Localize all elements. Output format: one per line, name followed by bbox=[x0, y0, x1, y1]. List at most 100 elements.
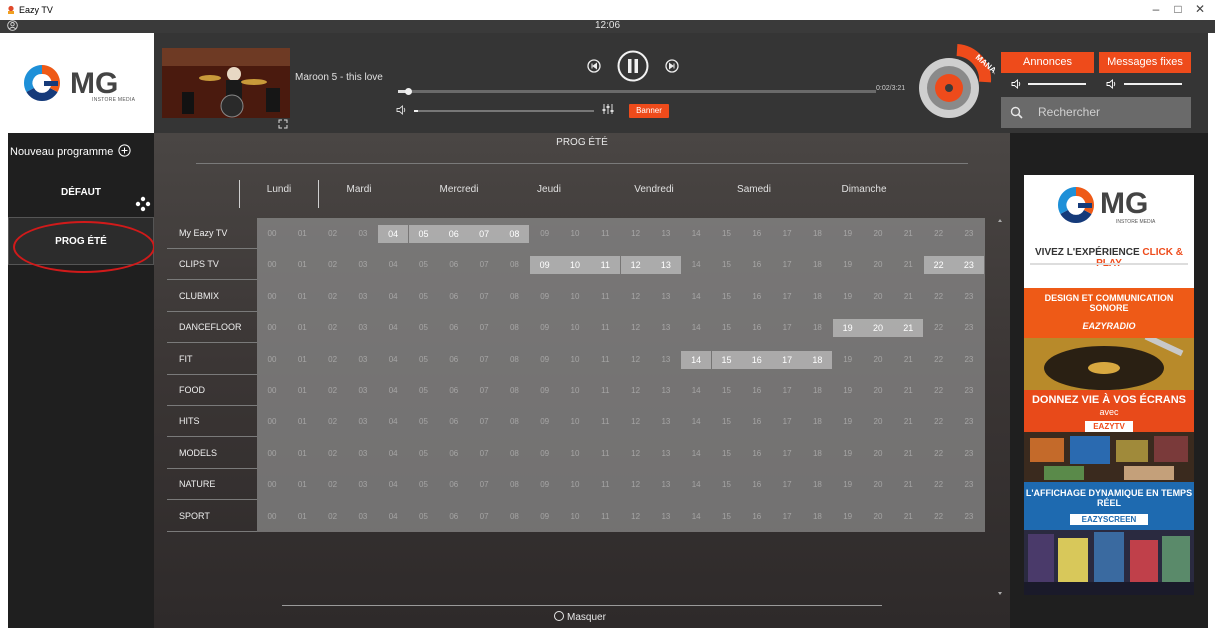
hour-cell[interactable]: 06 bbox=[439, 445, 469, 463]
hour-cell[interactable]: 07 bbox=[469, 476, 499, 494]
hour-cell[interactable]: 18 bbox=[802, 476, 832, 494]
channel-row[interactable]: MODELS bbox=[167, 438, 257, 469]
hour-cell[interactable]: 08 bbox=[499, 476, 529, 494]
tab-lundi[interactable]: Lundi bbox=[239, 180, 319, 208]
hour-cell[interactable]: 10 bbox=[560, 319, 590, 337]
hour-cell[interactable]: 04 bbox=[378, 256, 408, 274]
hour-cell[interactable]: 15 bbox=[712, 256, 742, 274]
program-item-defaut[interactable]: DÉFAUT bbox=[8, 169, 154, 217]
hour-cell[interactable]: 06 bbox=[439, 476, 469, 494]
hour-cell[interactable]: 03 bbox=[348, 476, 378, 494]
hour-cell[interactable]: 12 bbox=[621, 225, 651, 243]
hour-cell[interactable]: 16 bbox=[742, 508, 772, 526]
hour-cell[interactable]: 23 bbox=[954, 445, 984, 463]
hour-cell[interactable]: 22 bbox=[924, 351, 954, 369]
channel-row[interactable]: SPORT bbox=[167, 501, 257, 532]
hour-cell[interactable]: 18 bbox=[802, 225, 832, 243]
hour-cell[interactable]: 00 bbox=[257, 476, 287, 494]
hour-cell-active[interactable]: 23 bbox=[953, 256, 984, 275]
hour-cell[interactable]: 18 bbox=[802, 508, 832, 526]
hour-cell[interactable]: 22 bbox=[924, 382, 954, 400]
hour-cell[interactable]: 15 bbox=[712, 319, 742, 337]
hour-cell[interactable]: 22 bbox=[924, 288, 954, 306]
hour-cell[interactable]: 02 bbox=[318, 508, 348, 526]
hour-cell[interactable]: 06 bbox=[439, 288, 469, 306]
hour-cell[interactable]: 00 bbox=[257, 225, 287, 243]
hour-cell[interactable]: 01 bbox=[287, 508, 317, 526]
hour-cell[interactable]: 21 bbox=[893, 382, 923, 400]
hour-cell[interactable]: 00 bbox=[257, 351, 287, 369]
hour-cell[interactable]: 05 bbox=[409, 288, 439, 306]
hour-cell[interactable]: 14 bbox=[681, 288, 711, 306]
hour-cell[interactable]: 16 bbox=[742, 319, 772, 337]
hour-cell[interactable]: 08 bbox=[499, 256, 529, 274]
annonces-volume-icon[interactable] bbox=[1011, 79, 1023, 89]
previous-track-icon[interactable] bbox=[587, 59, 601, 73]
hour-cell[interactable]: 15 bbox=[712, 225, 742, 243]
hour-cell[interactable]: 02 bbox=[318, 351, 348, 369]
hour-cell-active[interactable]: 20 bbox=[863, 319, 893, 338]
hour-cell-active[interactable]: 11 bbox=[590, 256, 621, 275]
fullscreen-icon[interactable] bbox=[278, 119, 288, 129]
minimize-button[interactable]: – bbox=[1146, 2, 1166, 16]
hour-cell[interactable]: 17 bbox=[772, 508, 802, 526]
hour-cell[interactable]: 05 bbox=[409, 508, 439, 526]
hour-cell[interactable]: 14 bbox=[681, 508, 711, 526]
hour-cell[interactable]: 02 bbox=[318, 225, 348, 243]
hour-cell[interactable]: 06 bbox=[439, 508, 469, 526]
hour-cell[interactable]: 21 bbox=[893, 351, 923, 369]
hour-cell[interactable]: 19 bbox=[833, 288, 863, 306]
channel-row[interactable]: DANCEFLOOR bbox=[167, 312, 257, 344]
hour-cell[interactable]: 05 bbox=[409, 382, 439, 400]
hour-cell[interactable]: 21 bbox=[893, 476, 923, 494]
hour-cell[interactable]: 21 bbox=[893, 256, 923, 274]
hour-cell[interactable]: 10 bbox=[560, 508, 590, 526]
messages-volume-slider[interactable] bbox=[1124, 83, 1182, 85]
hour-cell[interactable]: 15 bbox=[712, 382, 742, 400]
new-program-button[interactable]: Nouveau programme bbox=[8, 141, 154, 163]
hour-cell[interactable]: 09 bbox=[530, 351, 560, 369]
hour-cell[interactable]: 03 bbox=[348, 319, 378, 337]
tab-samedi[interactable]: Samedi bbox=[704, 180, 804, 208]
hour-cell-active[interactable]: 04 bbox=[378, 225, 409, 243]
hour-cell[interactable]: 19 bbox=[833, 445, 863, 463]
hour-cell[interactable]: 10 bbox=[560, 351, 590, 369]
hour-cell[interactable]: 09 bbox=[530, 445, 560, 463]
channel-row[interactable]: CLIPS TV bbox=[167, 249, 257, 281]
hour-cell-active[interactable]: 12 bbox=[620, 256, 651, 275]
hour-cell[interactable]: 05 bbox=[409, 319, 439, 337]
hour-cell-active[interactable]: 06 bbox=[438, 225, 469, 243]
tab-vendredi[interactable]: Vendredi bbox=[604, 180, 704, 208]
hour-cell[interactable]: 02 bbox=[318, 256, 348, 274]
vertical-scrollbar[interactable] bbox=[996, 218, 1004, 596]
hour-cell[interactable]: 19 bbox=[833, 382, 863, 400]
hour-cell[interactable]: 12 bbox=[621, 351, 651, 369]
hour-cell[interactable]: 09 bbox=[530, 413, 560, 431]
hour-cell[interactable]: 19 bbox=[833, 508, 863, 526]
hour-cell[interactable]: 16 bbox=[742, 225, 772, 243]
hour-cell[interactable]: 14 bbox=[681, 256, 711, 274]
hour-cell[interactable]: 03 bbox=[348, 413, 378, 431]
hour-cell-active[interactable]: 19 bbox=[832, 319, 863, 338]
hour-cell[interactable]: 17 bbox=[772, 445, 802, 463]
hour-cell[interactable]: 00 bbox=[257, 256, 287, 274]
hour-cell[interactable]: 17 bbox=[772, 413, 802, 431]
hour-cell[interactable]: 09 bbox=[530, 225, 560, 243]
hour-cell[interactable]: 16 bbox=[742, 382, 772, 400]
hour-cell-active[interactable]: 21 bbox=[893, 319, 924, 338]
hour-cell[interactable]: 12 bbox=[621, 445, 651, 463]
hour-cell[interactable]: 20 bbox=[863, 225, 893, 243]
hour-cell[interactable]: 23 bbox=[954, 225, 984, 243]
hour-cell[interactable]: 16 bbox=[742, 256, 772, 274]
hour-cell[interactable]: 12 bbox=[621, 413, 651, 431]
player-volume-slider[interactable] bbox=[414, 110, 594, 112]
hour-cell[interactable]: 21 bbox=[893, 445, 923, 463]
hour-cell[interactable]: 01 bbox=[287, 382, 317, 400]
next-track-icon[interactable] bbox=[665, 59, 679, 73]
hour-cell[interactable]: 18 bbox=[802, 382, 832, 400]
hour-cell-active[interactable]: 10 bbox=[560, 256, 590, 275]
tab-mardi[interactable]: Mardi bbox=[319, 180, 399, 208]
hour-cell[interactable]: 20 bbox=[863, 445, 893, 463]
hour-cell[interactable]: 06 bbox=[439, 319, 469, 337]
hour-cell[interactable]: 22 bbox=[924, 225, 954, 243]
